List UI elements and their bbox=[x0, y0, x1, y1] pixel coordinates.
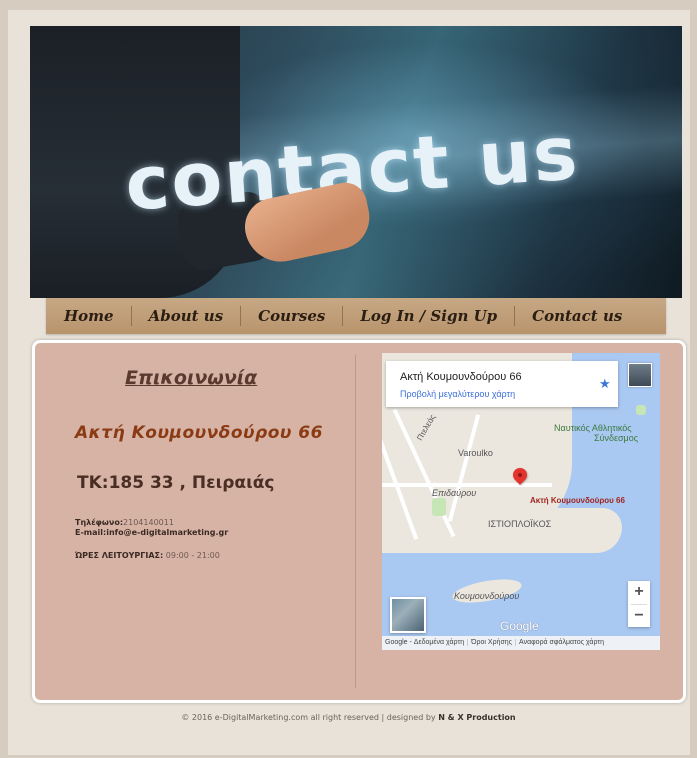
satellite-toggle[interactable] bbox=[390, 597, 426, 633]
column-divider bbox=[355, 355, 356, 688]
google-logo: Google bbox=[500, 619, 539, 633]
google-map[interactable]: Ναυτικός Αθλητικός Σύνδεσμος Varoulko Επ… bbox=[382, 353, 660, 650]
site-footer: © 2016 e-DigitalMarketing.com all right … bbox=[0, 713, 697, 722]
footer-designer: N & X Production bbox=[438, 713, 516, 722]
nav-home[interactable]: Home bbox=[46, 306, 132, 326]
save-star-icon[interactable]: ★ bbox=[599, 377, 611, 392]
map-info-card: Ακτή Κουμουνδούρου 66 Προβολή μεγαλύτερο… bbox=[386, 361, 618, 407]
map-label-koumoundourou: Κουμουνδούρου bbox=[454, 591, 520, 601]
map-park bbox=[432, 498, 446, 516]
phone-value: 2104140011 bbox=[123, 518, 174, 527]
map-user-thumbnail[interactable] bbox=[628, 363, 652, 387]
nav-login-signup[interactable]: Log In / Sign Up bbox=[343, 306, 516, 326]
hours-line: ΏΡΕΣ ΛΕΙΤΟΥΡΓΙΑΣ: 09:00 - 21:00 bbox=[75, 551, 220, 560]
phone-line: Τηλέφωνο:2104140011 bbox=[75, 518, 228, 528]
footer-copyright: © 2016 e-DigitalMarketing.com all right … bbox=[181, 713, 439, 722]
hours-value: 09:00 - 21:00 bbox=[165, 551, 220, 560]
map-road bbox=[382, 483, 552, 487]
hours-label: ΏΡΕΣ ΛΕΙΤΟΥΡΓΙΑΣ: bbox=[75, 551, 164, 560]
zoom-control: + − bbox=[628, 581, 650, 627]
address-text: Ακτή Κουμουνδούρου 66 bbox=[75, 423, 323, 443]
nav-contact-us[interactable]: Contact us bbox=[515, 306, 639, 326]
email-label: E-mail: bbox=[75, 528, 107, 537]
map-data-credit: Google - Δεδομένα χάρτη bbox=[382, 639, 469, 646]
map-label-epidavrou: Επιδαύρου bbox=[432, 488, 477, 498]
contact-heading: Επικοινωνία bbox=[125, 367, 258, 389]
map-label-istioploikos: ΙΣΤΙΟΠΛΟΪΚΟΣ bbox=[488, 519, 552, 529]
zoom-out-button[interactable]: − bbox=[628, 605, 650, 628]
nav-courses[interactable]: Courses bbox=[241, 306, 344, 326]
phone-label: Τηλέφωνο: bbox=[75, 518, 124, 527]
map-label-varoulko: Varoulko bbox=[458, 448, 493, 458]
view-larger-map-link[interactable]: Προβολή μεγαλύτερου χάρτη bbox=[400, 389, 515, 399]
contact-info: Τηλέφωνο:2104140011 E-mail:info@e-digita… bbox=[75, 518, 228, 538]
map-terms-link[interactable]: Όροι Χρήσης bbox=[468, 639, 517, 646]
nav-about-us[interactable]: About us bbox=[132, 306, 242, 326]
zoom-in-button[interactable]: + bbox=[628, 581, 650, 604]
email-value[interactable]: info@e-digitalmarketing.gr bbox=[106, 528, 228, 537]
email-line: E-mail:info@e-digitalmarketing.gr bbox=[75, 528, 228, 538]
map-label-club2: Σύνδεσμος bbox=[594, 433, 639, 443]
map-pin-dot bbox=[518, 473, 522, 477]
map-card-title: Ακτή Κουμουνδούρου 66 bbox=[400, 371, 522, 383]
map-land-pier bbox=[452, 508, 622, 553]
header-banner: contact us bbox=[30, 26, 682, 298]
postal-text: ΤΚ:185 33 , Πειραιάς bbox=[77, 473, 275, 493]
map-footer: Google - Δεδομένα χάρτη Όροι Χρήσης Αναφορ… bbox=[382, 636, 660, 650]
map-report-link[interactable]: Αναφορά σφάλματος χάρτη bbox=[516, 639, 607, 646]
map-label-club: Ναυτικός Αθλητικός bbox=[554, 423, 632, 433]
map-pin-label: Ακτή Κουμουνδούρου 66 bbox=[530, 496, 625, 505]
map-park bbox=[636, 405, 646, 415]
main-nav: Home About us Courses Log In / Sign Up C… bbox=[46, 298, 666, 334]
contact-content-box: Επικοινωνία Ακτή Κουμουνδούρου 66 ΤΚ:185… bbox=[32, 340, 686, 703]
